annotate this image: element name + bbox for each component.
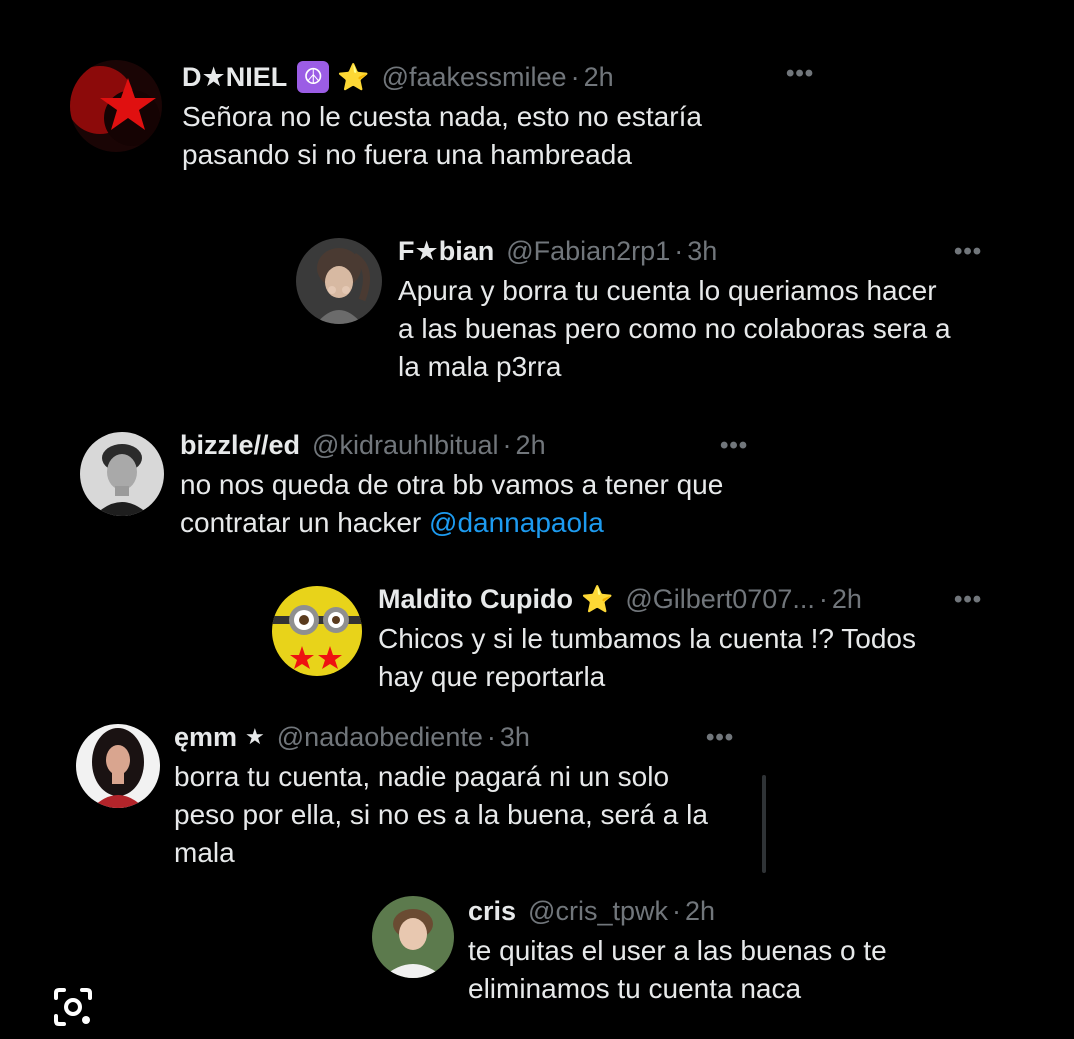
- star-badge-icon: ⭐: [580, 584, 614, 614]
- separator-dot: ·: [486, 722, 496, 752]
- reply-text: Chicos y si le tumbamos la cuenta !? Tod…: [378, 623, 916, 692]
- avatar[interactable]: [296, 238, 382, 324]
- reply-text: no nos queda de otra bb vamos a tener qu…: [180, 466, 820, 542]
- scrollbar[interactable]: [762, 775, 766, 873]
- separator-dot: ·: [502, 430, 512, 460]
- avatar[interactable]: [70, 60, 162, 152]
- more-options-icon[interactable]: •••: [706, 724, 734, 752]
- timestamp[interactable]: 2h: [832, 580, 862, 618]
- more-options-icon[interactable]: •••: [786, 60, 814, 88]
- timestamp[interactable]: 2h: [584, 58, 614, 96]
- separator-dot: ·: [570, 62, 580, 92]
- timestamp[interactable]: 3h: [500, 718, 530, 756]
- reply-text: Señora no le cuesta nada, esto no estarí…: [182, 101, 702, 170]
- more-options-icon[interactable]: •••: [720, 432, 748, 460]
- user-handle[interactable]: @Fabian2rp1: [506, 232, 670, 270]
- user-handle[interactable]: @kidrauhlbitual: [312, 426, 499, 464]
- peace-badge-icon: ☮: [297, 61, 330, 93]
- display-name[interactable]: Maldito Cupido: [378, 580, 573, 618]
- timestamp[interactable]: 3h: [687, 232, 717, 270]
- display-name[interactable]: F★bian: [398, 232, 494, 270]
- reply-item[interactable]: D★NIEL ☮ ⭐ @faakessmilee · 2h Señora no …: [70, 60, 702, 170]
- reply-text: Apura y borra tu cuenta lo queriamos hac…: [398, 275, 951, 382]
- separator-dot: ·: [674, 236, 684, 266]
- display-name[interactable]: cris: [468, 892, 516, 930]
- user-handle[interactable]: @nadaobediente: [277, 718, 483, 756]
- avatar[interactable]: [372, 896, 454, 978]
- timestamp[interactable]: 2h: [516, 426, 546, 464]
- avatar[interactable]: [272, 586, 362, 676]
- avatar[interactable]: [76, 724, 160, 808]
- display-name[interactable]: D★NIEL: [182, 58, 287, 96]
- star-badge-icon: ⭐: [337, 62, 370, 92]
- reply-text: borra tu cuenta, nadie pagará ni un solo…: [174, 761, 708, 868]
- mention-link[interactable]: @dannapaola: [429, 507, 604, 538]
- reply-text: te quitas el user a las buenas o te elim…: [468, 935, 887, 1004]
- separator-dot: ·: [671, 896, 681, 926]
- more-options-icon[interactable]: •••: [954, 586, 982, 614]
- reply-item[interactable]: ęmm ★ @nadaobediente · 3h borra tu cuent…: [76, 722, 708, 868]
- more-options-icon[interactable]: •••: [954, 238, 982, 266]
- timestamp[interactable]: 2h: [685, 892, 715, 930]
- reply-item[interactable]: bizzle//ed @kidrauhlbitual · 2h no nos q…: [80, 430, 723, 538]
- avatar[interactable]: [80, 432, 164, 516]
- reply-item[interactable]: F★bian @Fabian2rp1 · 3h Apura y borra tu…: [296, 236, 951, 382]
- reply-item[interactable]: cris @cris_tpwk · 2h te quitas el user a…: [372, 896, 887, 1004]
- user-handle[interactable]: @cris_tpwk: [528, 892, 668, 930]
- reply-item[interactable]: Maldito Cupido ⭐ @Gilbert0707... · 2h Ch…: [272, 584, 916, 692]
- separator-dot: ·: [818, 584, 828, 614]
- google-lens-icon[interactable]: [52, 986, 94, 1028]
- display-name[interactable]: ęmm: [174, 718, 237, 756]
- user-handle[interactable]: @faakessmilee: [382, 58, 567, 96]
- star-badge-icon: ★: [245, 724, 265, 749]
- display-name[interactable]: bizzle//ed: [180, 426, 300, 464]
- user-handle[interactable]: @Gilbert0707...: [625, 580, 815, 618]
